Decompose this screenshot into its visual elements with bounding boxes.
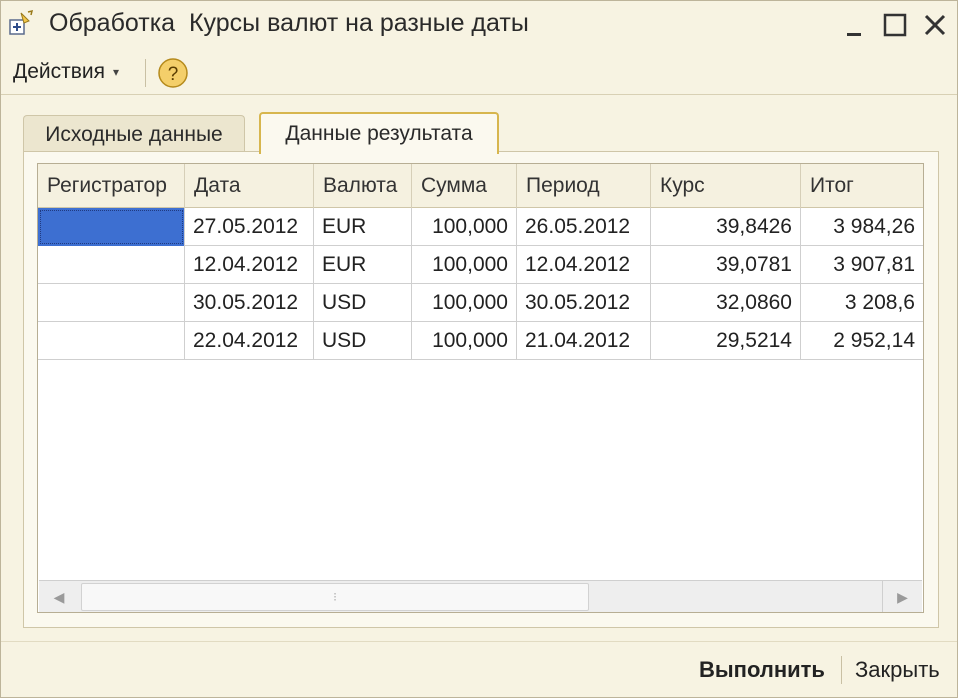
table-row[interactable]: 30.05.2012 USD 100,000 30.05.2012 32,086… — [38, 284, 923, 322]
column-header-rate[interactable]: Курс — [651, 164, 801, 208]
cell-currency[interactable]: USD — [314, 322, 412, 360]
cell-rate[interactable]: 32,0860 — [651, 284, 801, 322]
cell-currency[interactable]: USD — [314, 284, 412, 322]
cell-registrator[interactable] — [38, 208, 185, 246]
cell-rate[interactable]: 39,8426 — [651, 208, 801, 246]
footer-divider — [1, 641, 957, 642]
close-icon[interactable] — [917, 7, 953, 43]
column-header-total[interactable]: Итог — [801, 164, 923, 208]
cell-period[interactable]: 26.05.2012 — [517, 208, 651, 246]
column-header-sum[interactable]: Сумма — [412, 164, 517, 208]
help-button[interactable]: ? — [157, 57, 189, 89]
column-header-registrator[interactable]: Регистратор — [38, 164, 185, 208]
cell-rate[interactable]: 39,0781 — [651, 246, 801, 284]
minimize-icon[interactable] — [837, 7, 873, 43]
cell-currency[interactable]: EUR — [314, 246, 412, 284]
result-table[interactable]: Регистратор Дата Валюта Сумма Период Кур… — [37, 163, 924, 613]
cell-date[interactable]: 12.04.2012 — [185, 246, 314, 284]
cell-date[interactable]: 22.04.2012 — [185, 322, 314, 360]
processing-icon — [7, 9, 41, 41]
column-header-period[interactable]: Период — [517, 164, 651, 208]
table-row[interactable]: 12.04.2012 EUR 100,000 12.04.2012 39,078… — [38, 246, 923, 284]
cell-registrator[interactable] — [38, 284, 185, 322]
toolbar-separator — [145, 59, 146, 87]
window-title: Обработка Курсы валют на разные даты — [49, 9, 529, 37]
close-form-button[interactable]: Закрыть — [849, 653, 946, 687]
cell-period[interactable]: 30.05.2012 — [517, 284, 651, 322]
cell-sum[interactable]: 100,000 — [412, 322, 517, 360]
cell-date[interactable]: 30.05.2012 — [185, 284, 314, 322]
footer-separator — [841, 656, 842, 684]
command-bar: Действия ▾ — [1, 49, 957, 95]
cell-registrator[interactable] — [38, 322, 185, 360]
scroll-right-icon[interactable]: ▶ — [882, 581, 922, 612]
cell-total[interactable]: 2 952,14 — [801, 322, 923, 360]
scrollbar-thumb[interactable]: ⁝ — [81, 583, 589, 611]
table-row[interactable]: 22.04.2012 USD 100,000 21.04.2012 29,521… — [38, 322, 923, 360]
cell-total[interactable]: 3 907,81 — [801, 246, 923, 284]
cell-currency[interactable]: EUR — [314, 208, 412, 246]
table-row[interactable]: 27.05.2012 EUR 100,000 26.05.2012 39,842… — [38, 208, 923, 246]
chevron-down-icon: ▾ — [113, 65, 120, 79]
table-header: Регистратор Дата Валюта Сумма Период Кур… — [38, 164, 923, 208]
grip-icon: ⁝ — [333, 590, 337, 604]
cell-rate[interactable]: 29,5214 — [651, 322, 801, 360]
cell-period[interactable]: 12.04.2012 — [517, 246, 651, 284]
processing-window: Обработка Курсы валют на разные даты Дей… — [0, 0, 958, 698]
actions-menu-label: Действия — [13, 60, 106, 83]
help-icon: ? — [168, 64, 179, 85]
cell-date[interactable]: 27.05.2012 — [185, 208, 314, 246]
cell-sum[interactable]: 100,000 — [412, 284, 517, 322]
cell-registrator[interactable] — [38, 246, 185, 284]
column-header-currency[interactable]: Валюта — [314, 164, 412, 208]
tab-result-data[interactable]: Данные результата — [259, 112, 499, 154]
scroll-left-icon[interactable]: ◀ — [39, 581, 79, 612]
actions-menu-button[interactable]: Действия ▾ — [9, 57, 123, 87]
cell-total[interactable]: 3 208,6 — [801, 284, 923, 322]
title-bar: Обработка Курсы валют на разные даты — [1, 1, 957, 49]
run-button[interactable]: Выполнить — [691, 653, 833, 687]
cell-sum[interactable]: 100,000 — [412, 246, 517, 284]
horizontal-scrollbar[interactable]: ◀ ⁝ ▶ — [39, 580, 922, 612]
cell-period[interactable]: 21.04.2012 — [517, 322, 651, 360]
tab-source-data[interactable]: Исходные данные — [23, 115, 245, 153]
cell-total[interactable]: 3 984,26 — [801, 208, 923, 246]
cell-sum[interactable]: 100,000 — [412, 208, 517, 246]
maximize-icon[interactable] — [877, 7, 913, 43]
column-header-date[interactable]: Дата — [185, 164, 314, 208]
